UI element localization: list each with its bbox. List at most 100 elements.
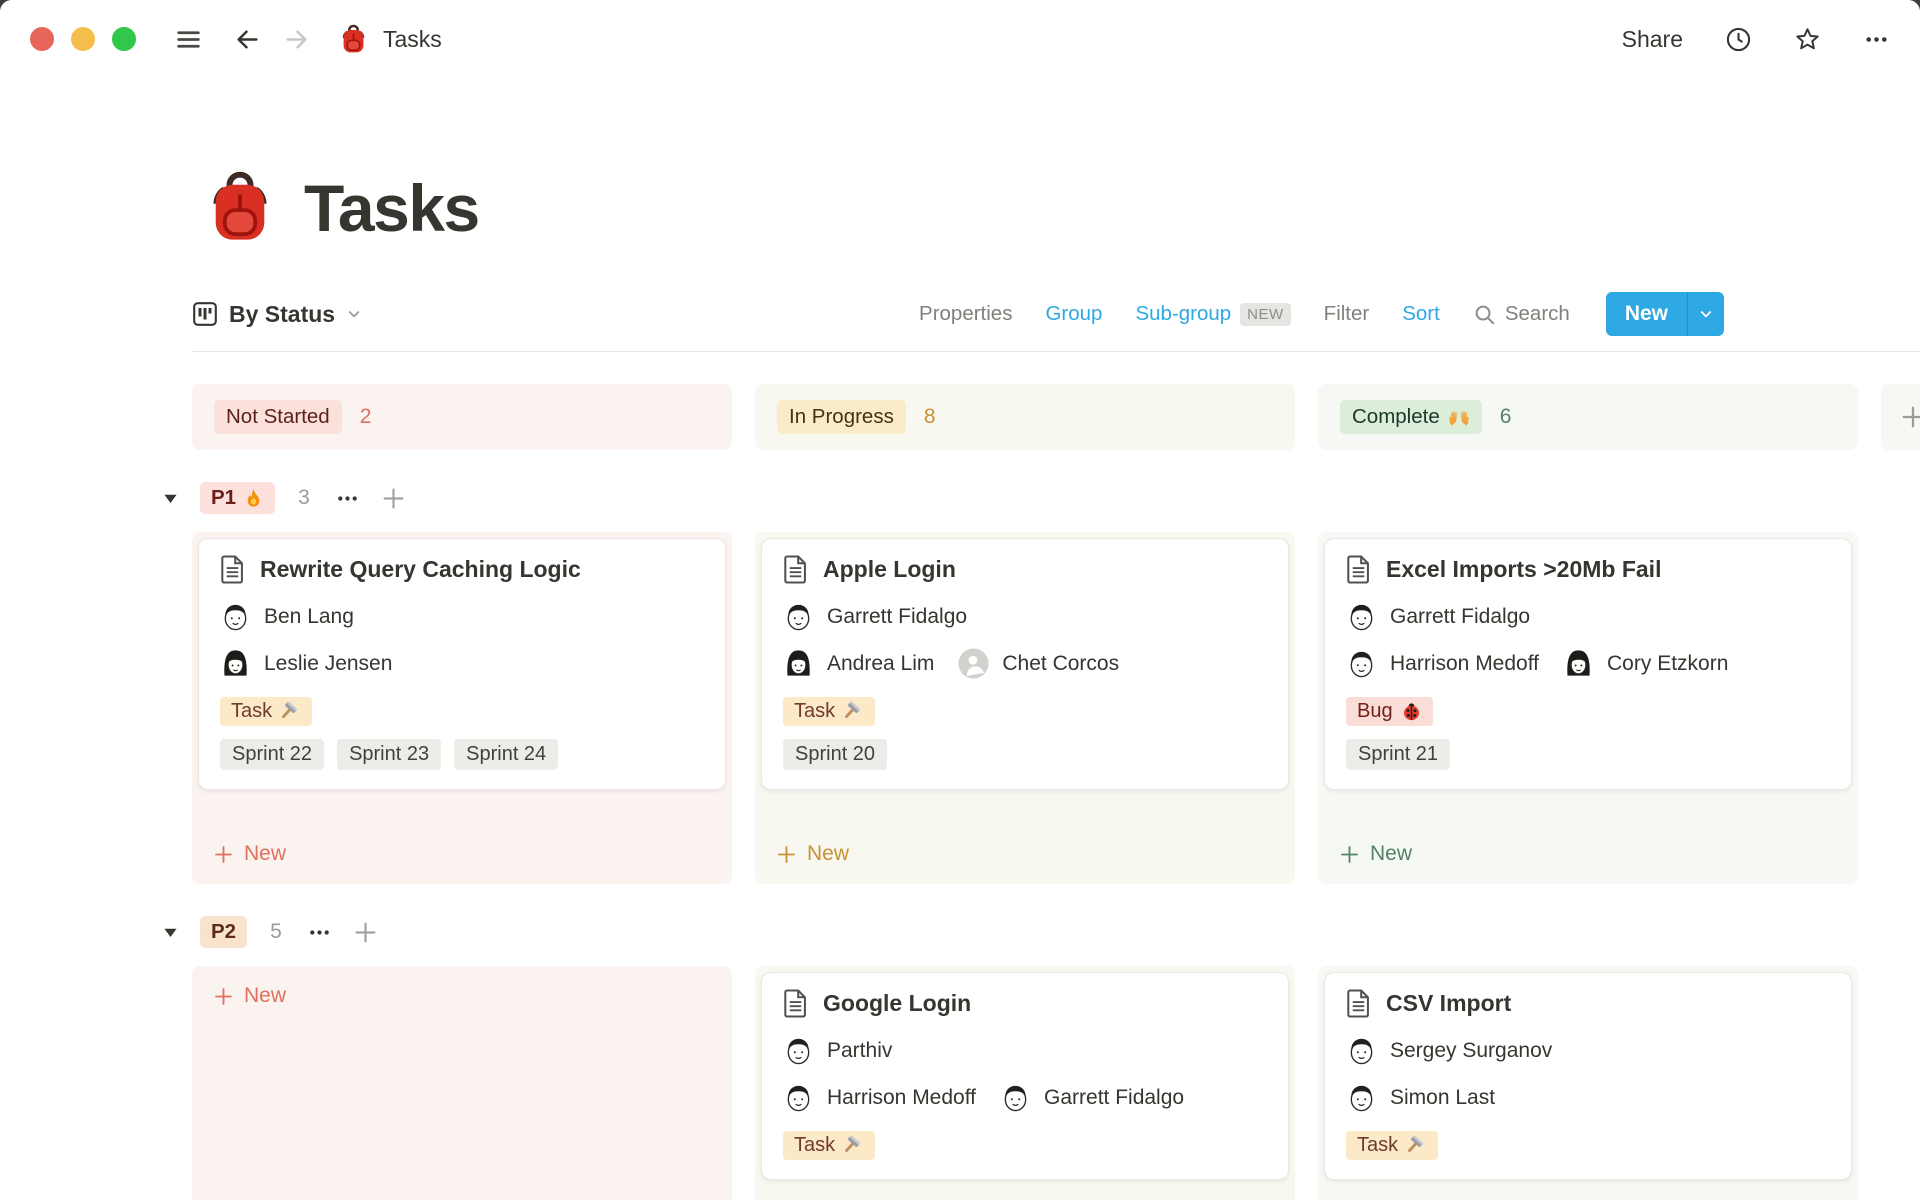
plus-icon: [1900, 404, 1920, 430]
person-row: Ben Lang: [220, 601, 704, 632]
group-add-icon[interactable]: [381, 486, 406, 511]
card-title-row: CSV Import: [1346, 988, 1830, 1019]
minimize-button[interactable]: [71, 27, 95, 51]
task-card[interactable]: Google Login Parthiv Harrison MedoffGarret…: [761, 972, 1289, 1180]
group-pill-p2[interactable]: P2: [200, 916, 247, 948]
doc-icon: [783, 555, 808, 584]
column-count: 6: [1500, 405, 1512, 429]
status-label: Not Started: [226, 405, 330, 429]
avatar-male-sketch: [783, 601, 814, 632]
sidebar-menu-icon[interactable]: [175, 26, 202, 53]
group-more-icon[interactable]: [307, 920, 332, 945]
sprint-tag: Sprint 20: [783, 739, 887, 770]
card-title: Google Login: [823, 988, 971, 1019]
back-button[interactable]: [234, 26, 261, 53]
new-card-button[interactable]: New: [198, 830, 726, 878]
column-section-complete: Excel Imports >20Mb Fail Garrett Fidalgo H…: [1318, 532, 1858, 884]
new-card-button[interactable]: New: [198, 972, 726, 1020]
notion-window: Tasks Share Tasks By Status PropertiesGr…: [0, 0, 1920, 1200]
column-header-complete: Complete 6: [1318, 384, 1858, 450]
person-row: Harrison MedoffGarrett Fidalgo: [783, 1082, 1267, 1113]
collapse-triangle-icon[interactable]: [162, 490, 179, 507]
toolbar-item-search[interactable]: Search: [1473, 302, 1570, 326]
status-label: Complete: [1352, 405, 1440, 429]
card-title-row: Rewrite Query Caching Logic: [220, 554, 704, 585]
chevron-down-icon: [346, 306, 362, 322]
group-row-p2: New Google Login Parthiv Harrison MedoffGar…: [192, 966, 1920, 1200]
toolbar-item-properties[interactable]: Properties: [919, 302, 1012, 326]
tag-row: Bug: [1346, 697, 1830, 726]
sprint-row: Sprint 20: [783, 739, 1267, 770]
new-button-dropdown[interactable]: [1687, 292, 1724, 336]
toolbar-divider: [192, 351, 1920, 352]
plus-icon: [1339, 844, 1360, 865]
plus-icon: [213, 986, 234, 1007]
column-count: 8: [924, 405, 936, 429]
new-feature-badge: NEW: [1240, 303, 1291, 326]
status-pill-in-progress[interactable]: In Progress: [777, 400, 906, 434]
card-title-row: Google Login: [783, 988, 1267, 1019]
avatar-female-sketch: [220, 648, 251, 679]
share-button[interactable]: Share: [1622, 26, 1683, 53]
person-row: Parthiv: [783, 1035, 1267, 1066]
toolbar-item-label: Properties: [919, 302, 1012, 326]
person-row: Sergey Surganov: [1346, 1035, 1830, 1066]
avatar-female-sketch: [783, 648, 814, 679]
toolbar-item-filter[interactable]: Filter: [1324, 302, 1370, 326]
status-label: In Progress: [789, 405, 894, 429]
task-card[interactable]: Excel Imports >20Mb Fail Garrett Fidalgo H…: [1324, 538, 1852, 790]
person-name: Leslie Jensen: [264, 652, 392, 676]
person-name: Harrison Medoff: [1390, 652, 1539, 676]
group-more-icon[interactable]: [335, 486, 360, 511]
toolbar-item-label: Search: [1505, 302, 1570, 326]
collapse-triangle-icon[interactable]: [162, 924, 179, 941]
new-label: New: [807, 842, 849, 866]
toolbar-item-group[interactable]: Group: [1045, 302, 1102, 326]
group-pill-p1[interactable]: P1: [200, 482, 275, 514]
close-button[interactable]: [30, 27, 54, 51]
add-column-button[interactable]: [1881, 384, 1920, 450]
group-add-icon[interactable]: [353, 920, 378, 945]
task-card[interactable]: CSV ImportSergey SurganovSimon LastTask: [1324, 972, 1852, 1180]
avatar-male-sketch: [1000, 1082, 1031, 1113]
task-card[interactable]: Apple LoginGarrett FidalgoAndrea LimChet…: [761, 538, 1289, 790]
toolbar-item-sub-group[interactable]: Sub-groupNEW: [1135, 302, 1290, 326]
column-section-not-started: Rewrite Query Caching Logic Ben Lang Lesli…: [192, 532, 732, 884]
view-options-menu: Properties Group Sub-groupNEW Filter Sort Sea…: [919, 302, 1570, 326]
card-title: CSV Import: [1386, 988, 1511, 1019]
task-card[interactable]: Rewrite Query Caching Logic Ben Lang Lesli…: [198, 538, 726, 790]
avatar-male-sketch: [220, 601, 251, 632]
avatar-male-sketch: [1346, 1035, 1377, 1066]
more-options-icon[interactable]: [1863, 26, 1890, 53]
group-header-p2: P25: [162, 910, 1920, 954]
hammer-icon: [1406, 1135, 1427, 1156]
sprint-tag: Sprint 22: [220, 739, 324, 770]
backpack-icon: [338, 24, 369, 55]
group-label: P1: [211, 486, 236, 510]
new-button[interactable]: New: [1606, 292, 1687, 336]
person-name: Andrea Lim: [827, 652, 934, 676]
page-backpack-icon[interactable]: [202, 170, 278, 246]
card-title-row: Excel Imports >20Mb Fail: [1346, 554, 1830, 585]
card-title-row: Apple Login: [783, 554, 1267, 585]
zoom-button[interactable]: [112, 27, 136, 51]
titlebar-actions: Share: [1622, 26, 1890, 53]
new-card-button[interactable]: New: [1324, 830, 1852, 878]
sprint-tag: Sprint 24: [454, 739, 558, 770]
beetle-icon: [1401, 701, 1422, 722]
person-row: Leslie Jensen: [220, 648, 704, 679]
favorite-star-icon[interactable]: [1794, 26, 1821, 53]
status-pill-complete[interactable]: Complete: [1340, 400, 1482, 434]
avatar-male-sketch: [783, 1035, 814, 1066]
status-pill-not-started[interactable]: Not Started: [214, 400, 342, 434]
updates-clock-icon[interactable]: [1725, 26, 1752, 53]
column-header-not-started: Not Started2: [192, 384, 732, 450]
view-switcher[interactable]: By Status: [192, 301, 362, 328]
board-view-icon: [192, 301, 218, 327]
person-name: Garrett Fidalgo: [1390, 605, 1530, 629]
new-card-button[interactable]: New: [761, 830, 1289, 878]
avatar-default: [958, 648, 989, 679]
sprint-row: Sprint 21: [1346, 739, 1830, 770]
tag-task: Task: [783, 697, 875, 726]
toolbar-item-sort[interactable]: Sort: [1402, 302, 1440, 326]
